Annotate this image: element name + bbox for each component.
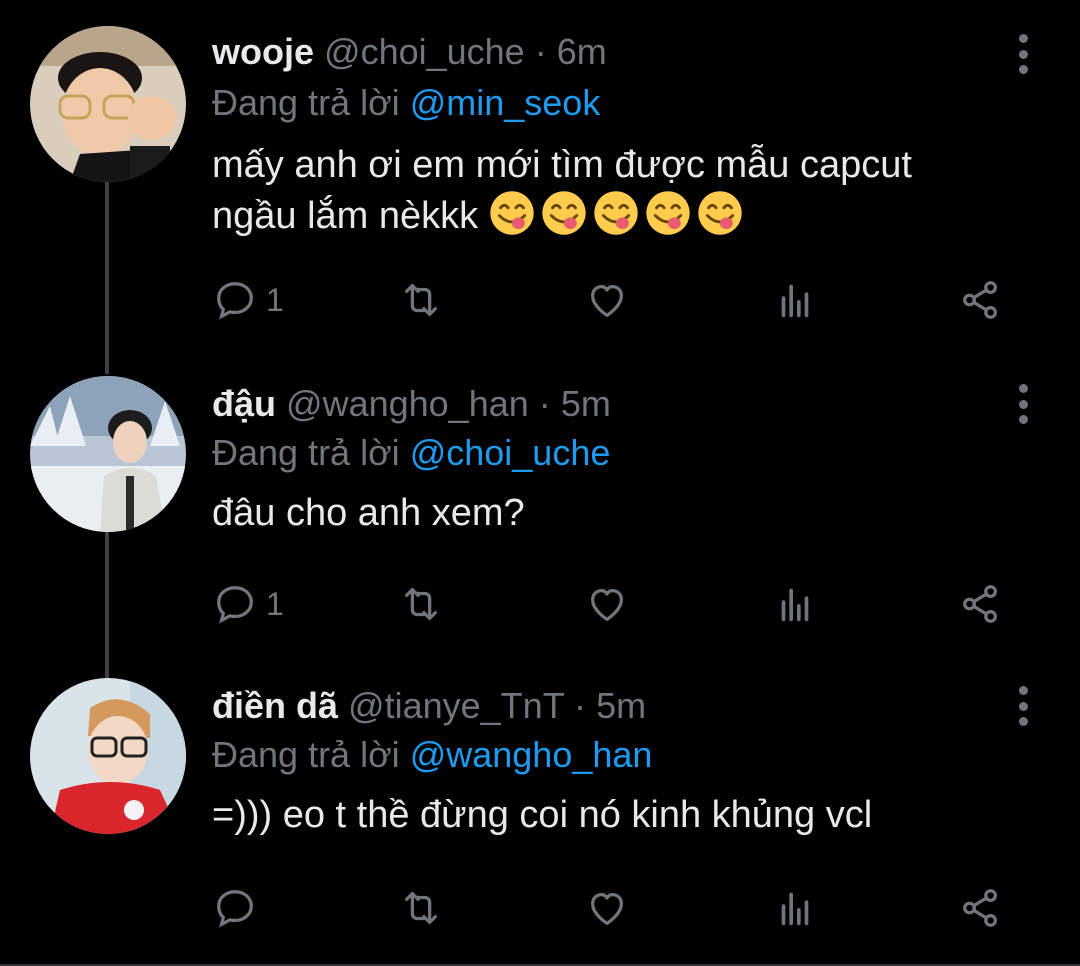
separator-dot: · (534, 31, 547, 72)
tweet-actions: 1 (212, 580, 1012, 628)
reply-button[interactable]: 1 (212, 276, 284, 324)
like-icon (590, 892, 624, 925)
retweet-icon (404, 283, 438, 317)
reply-button[interactable] (212, 884, 266, 932)
tweet-text: đâu cho anh xem? (212, 488, 1040, 538)
user-handle[interactable]: @tianye_TnT (348, 685, 564, 726)
mention-link[interactable]: @wangho_han (410, 734, 653, 775)
replying-to: Đang trả lời @choi_uche (212, 430, 1040, 476)
like-button[interactable] (584, 884, 630, 932)
tweet-text: mấy anh ơi em mới tìm được mẫu capcut ng… (212, 140, 1040, 241)
avatar[interactable] (30, 26, 186, 182)
tweet-actions: 1 (212, 276, 1012, 324)
avatar[interactable] (30, 678, 186, 834)
replying-to: Đang trả lời @wangho_han (212, 732, 1040, 778)
reply-count: 1 (266, 585, 284, 622)
separator-dot: · (538, 383, 551, 424)
retweet-icon (404, 891, 438, 925)
avatar[interactable] (30, 376, 186, 532)
retweet-button[interactable] (398, 884, 444, 932)
face-savoring-food-emoji (489, 191, 534, 235)
analytics-icon (781, 588, 809, 622)
reply-icon (217, 282, 253, 320)
retweet-button[interactable] (398, 276, 444, 324)
share-button[interactable] (958, 580, 1004, 628)
analytics-icon (781, 892, 809, 926)
replying-prefix: Đang trả lời (212, 734, 400, 775)
share-icon (963, 585, 998, 623)
mention-link[interactable]: @min_seok (410, 82, 601, 123)
face-savoring-food-emoji (645, 191, 690, 235)
analytics-button[interactable] (772, 580, 818, 628)
reply-button[interactable]: 1 (212, 580, 284, 628)
user-handle[interactable]: @wangho_han (286, 383, 529, 424)
like-icon (590, 588, 624, 621)
tweet-text: =))) eo t thề đừng coi nó kinh khủng vcl (212, 790, 1040, 840)
avatar-dau (30, 376, 186, 532)
tweet-text-line: đâu cho anh xem? (212, 492, 525, 534)
timestamp[interactable]: 5m (561, 383, 611, 424)
more-options-icon[interactable] (1010, 384, 1036, 424)
share-button[interactable] (958, 276, 1004, 324)
face-savoring-food-emoji (593, 191, 638, 235)
retweet-icon (404, 587, 438, 621)
avatar-wooje (30, 26, 186, 182)
tweet-text-fragment: ngầu lắm nèkkk (212, 195, 479, 237)
tweet[interactable]: đậu @wangho_han · 5m Đang trả lời @choi_… (0, 350, 1080, 650)
emoji-group (489, 191, 749, 237)
reply-thread: wooje @choi_uche · 6m Đang trả lời @min_… (0, 0, 1080, 966)
retweet-button[interactable] (398, 580, 444, 628)
share-button[interactable] (958, 884, 1004, 932)
like-icon (590, 284, 624, 317)
analytics-icon (781, 284, 809, 318)
analytics-button[interactable] (772, 884, 818, 932)
reply-icon (217, 890, 253, 928)
display-name[interactable]: điền dã (212, 685, 338, 726)
timestamp[interactable]: 5m (596, 685, 646, 726)
reply-count: 1 (266, 281, 284, 318)
face-savoring-food-emoji (541, 191, 586, 235)
tweet-text-line: =))) eo t thề đừng coi nó kinh khủng vcl (212, 794, 873, 836)
separator-dot: · (574, 685, 587, 726)
share-icon (963, 889, 998, 927)
more-options-icon[interactable] (1010, 34, 1036, 74)
display-name[interactable]: đậu (212, 383, 276, 424)
more-options-icon[interactable] (1010, 686, 1036, 726)
tweet[interactable]: wooje @choi_uche · 6m Đang trả lời @min_… (0, 0, 1080, 350)
like-button[interactable] (584, 580, 630, 628)
tweet-text-line: mấy anh ơi em mới tìm được mẫu capcut (212, 144, 912, 186)
share-icon (963, 281, 998, 319)
face-savoring-food-emoji (697, 191, 742, 235)
user-handle[interactable]: @choi_uche (324, 31, 525, 72)
analytics-button[interactable] (772, 276, 818, 324)
display-name[interactable]: wooje (212, 31, 314, 72)
like-button[interactable] (584, 276, 630, 324)
replying-prefix: Đang trả lời (212, 82, 400, 123)
replying-prefix: Đang trả lời (212, 432, 400, 473)
tweet[interactable]: điền dã @tianye_TnT · 5m Đang trả lời @w… (0, 652, 1080, 966)
tweet-actions (212, 884, 1012, 932)
tweet-text-line: ngầu lắm nèkkk (212, 190, 1040, 241)
reply-icon (217, 586, 253, 624)
mention-link[interactable]: @choi_uche (410, 432, 611, 473)
timestamp[interactable]: 6m (557, 31, 607, 72)
replying-to: Đang trả lời @min_seok (212, 80, 1040, 126)
avatar-dien-da (30, 678, 186, 834)
